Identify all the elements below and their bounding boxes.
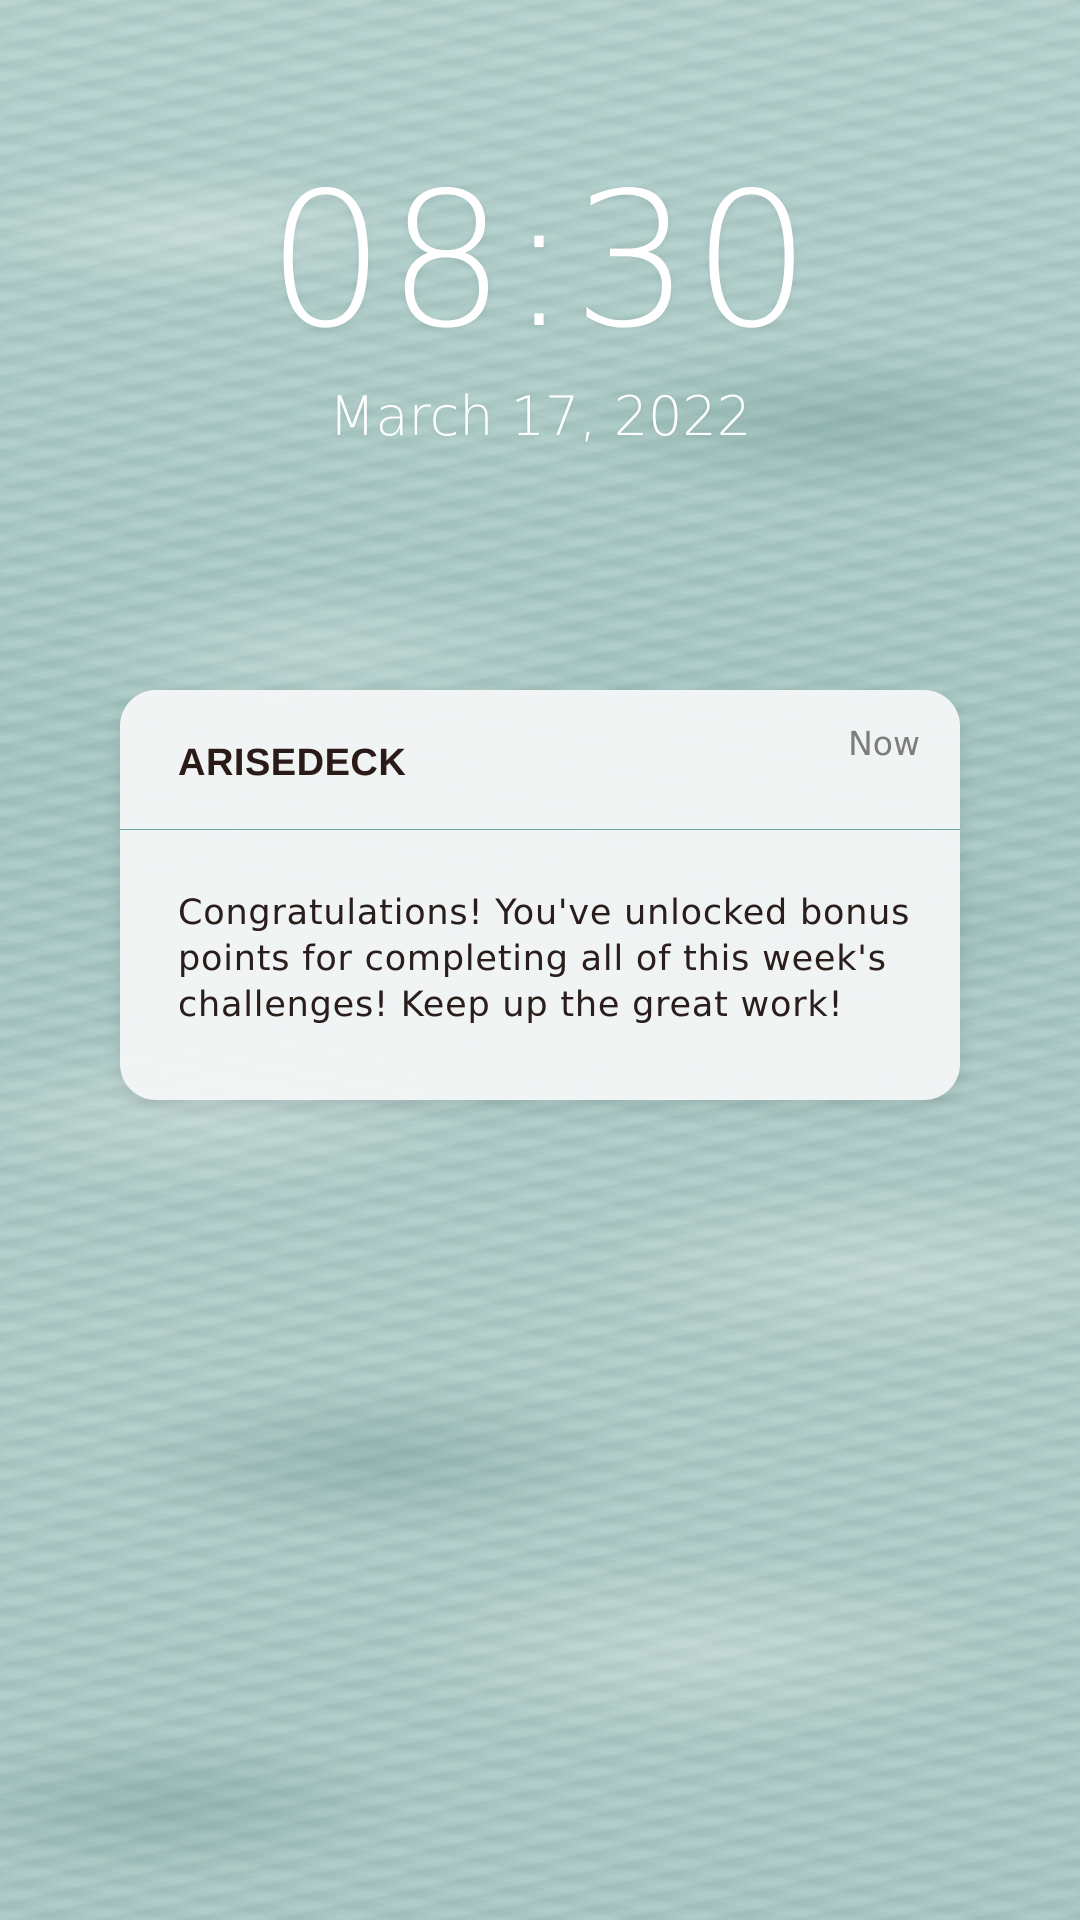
notification-header: ARISEDECK Now [120, 690, 960, 830]
notification-timestamp: Now [848, 724, 920, 763]
notification-message: Congratulations! You've unlocked bonus p… [178, 893, 911, 1025]
lockscreen-date: March 17, 2022 [328, 385, 752, 448]
notification-card[interactable]: ARISEDECK Now Congratulations! You've un… [120, 690, 960, 1100]
notification-app-name: ARISEDECK [178, 742, 407, 784]
lockscreen-clock: 08:30 [266, 152, 814, 369]
